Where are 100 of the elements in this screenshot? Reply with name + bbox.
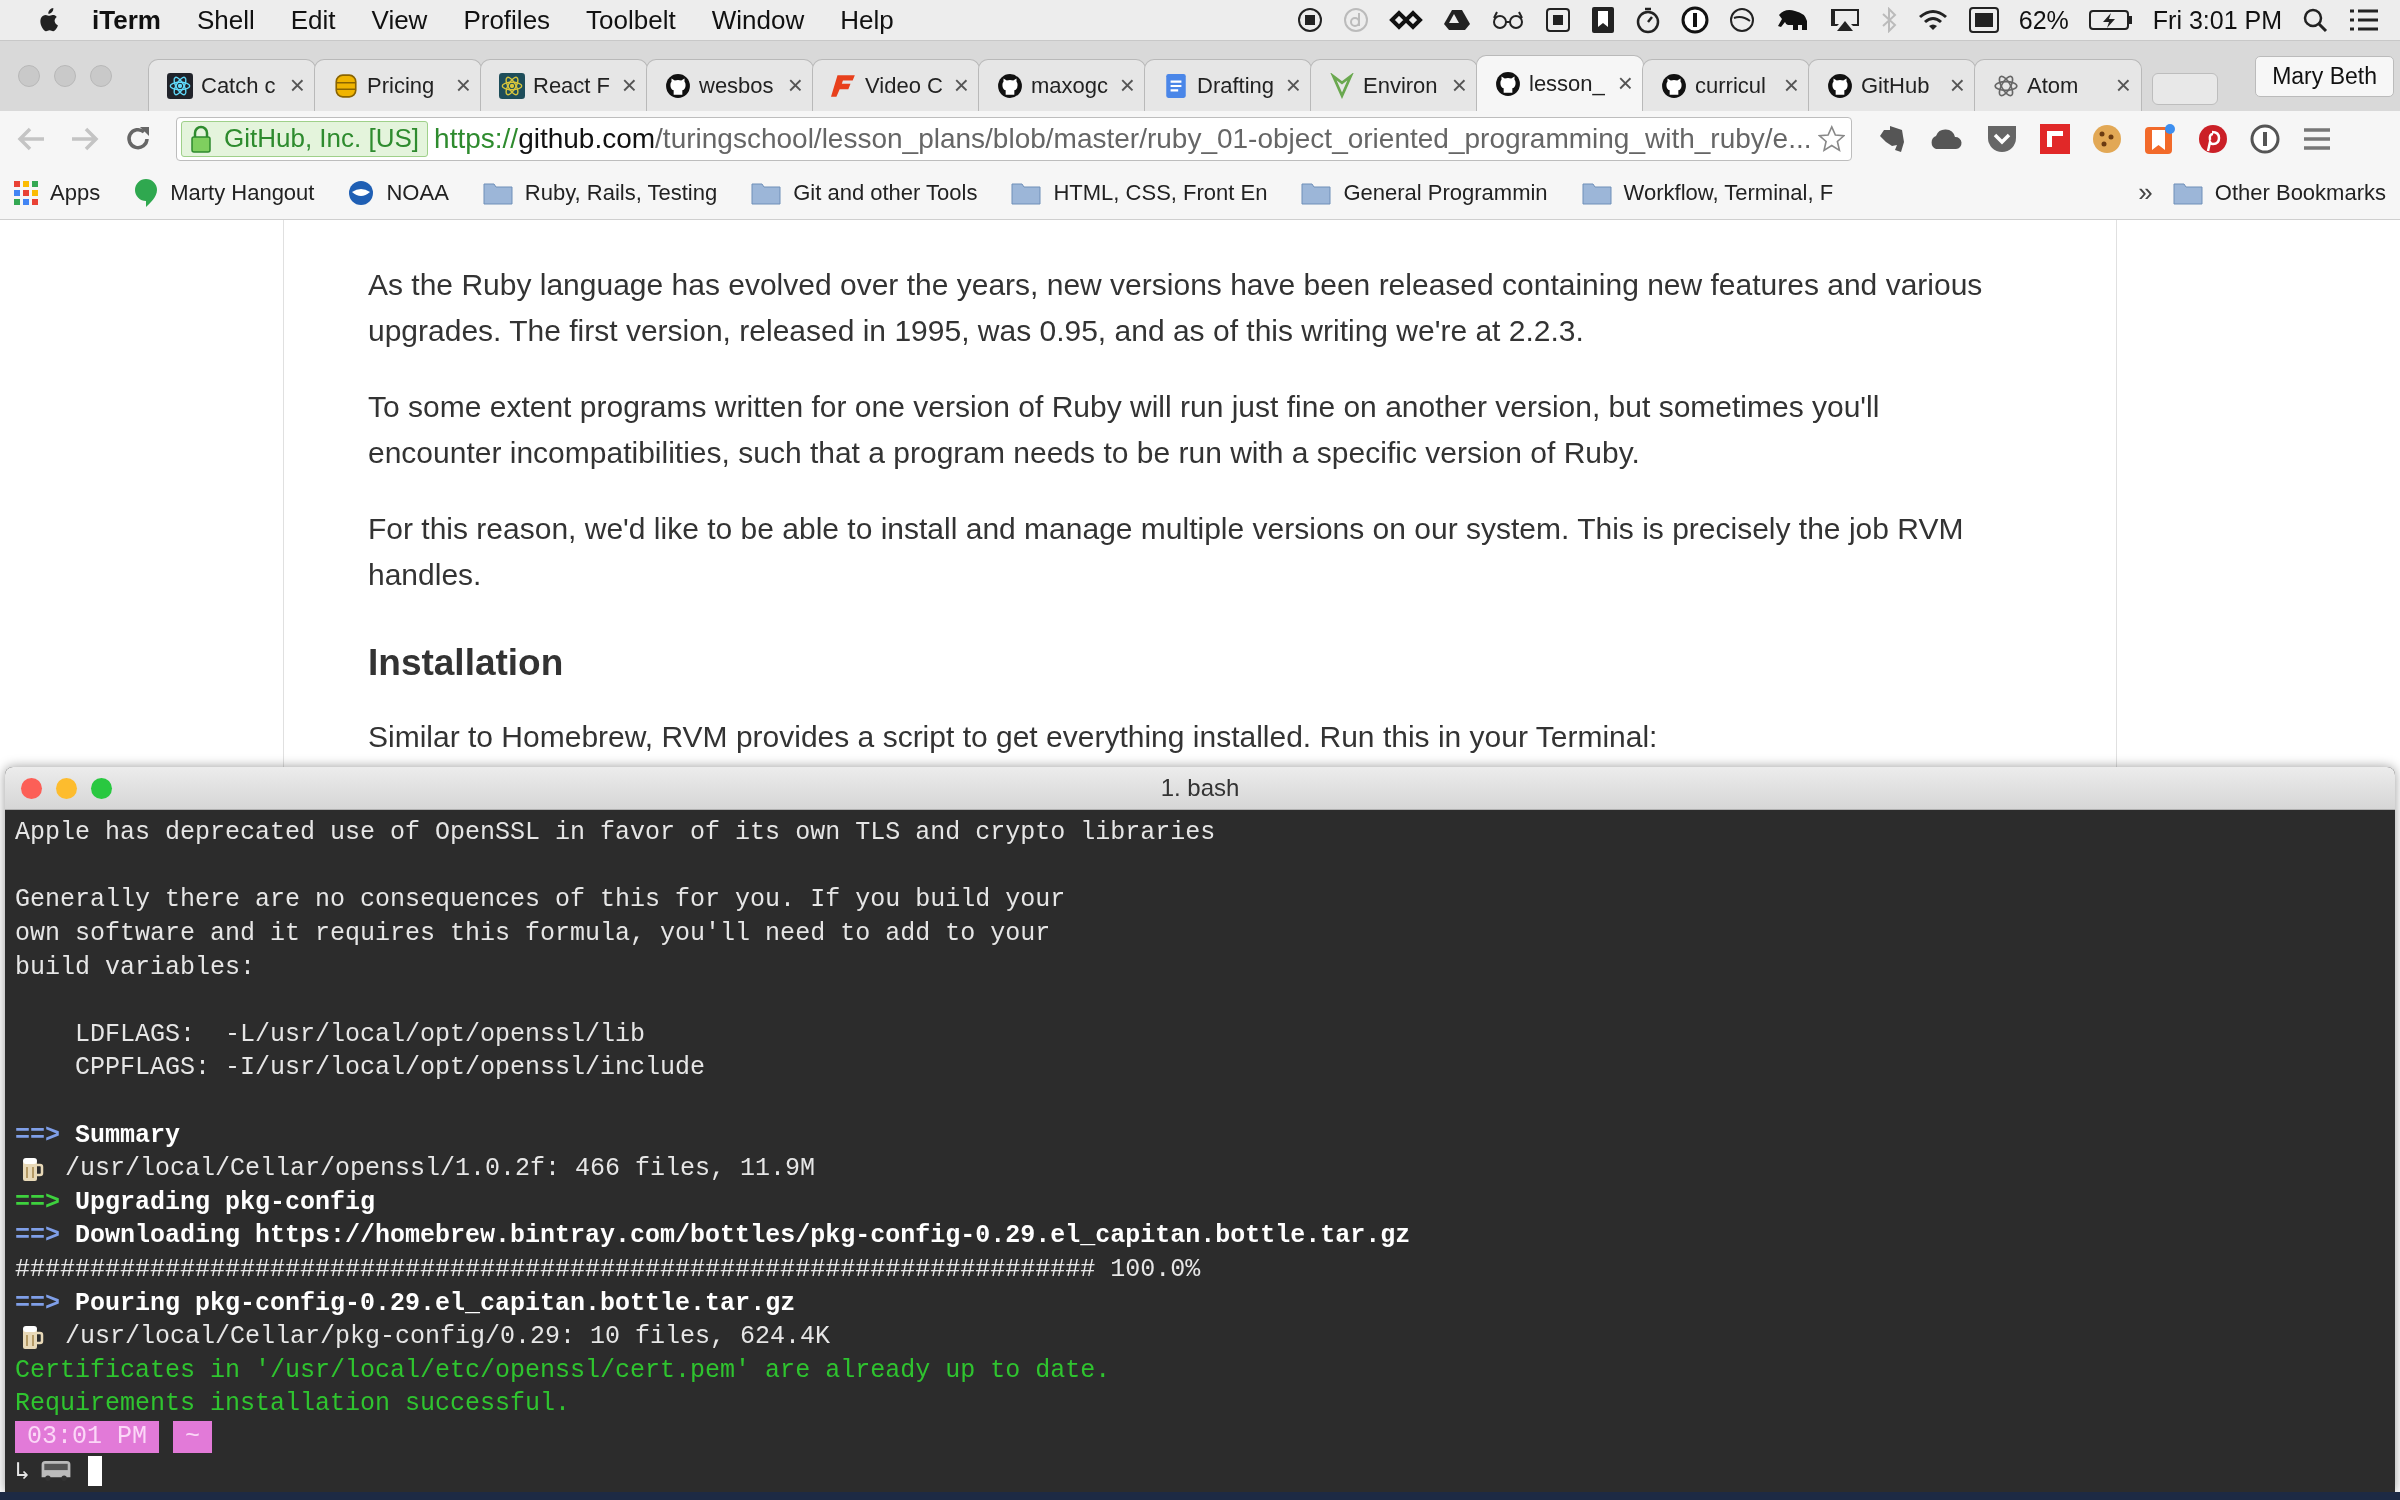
arrow-marker: ==> [15,1120,60,1150]
bookmark[interactable]: Marty Hangout [134,177,315,208]
browser-tab[interactable]: lesson_ × [1476,55,1644,111]
bookmark[interactable]: HTML, CSS, Front En [1011,179,1268,206]
browser-tab[interactable]: Catch c × [148,59,316,111]
stopwatch-icon[interactable] [1634,6,1661,34]
terminal-output: /usr/local/Cellar/pkg-config/0.29: 10 files, 624.4K [65,1322,831,1352]
terminal-output: Requirements installation successful. [15,1389,571,1419]
terminal-output: Upgrading pkg-config [75,1187,376,1217]
padlock-icon [190,124,212,153]
close-tab-button[interactable]: × [289,70,305,101]
coin-stack-icon [333,72,359,99]
leaf-icon [1329,72,1355,99]
section-heading: Installation [368,642,565,684]
paragraph: To some extent programs written for one version of Ruby will run just fine on another version, but sometimes you'll encounter incompatibilities, such that a program needs to be run with a specific version of Ruby. [368,389,1881,471]
close-tab-button[interactable]: × [1617,68,1633,99]
bookmark[interactable]: Workflow, Terminal, F [1581,179,1834,206]
terminal-output: Certificates in '/usr/local/etc/openssl/cert.pem' are already up to date. [15,1355,1111,1385]
pinterest-icon[interactable] [2198,123,2228,154]
bookmark[interactable]: Ruby, Rails, Testing [482,179,718,206]
browser-tab[interactable]: Drafting × [1144,59,1312,111]
bookmark[interactable]: Other Bookmarks [2172,179,2386,206]
bookmark-icon[interactable] [1590,6,1615,34]
atom-orbit-icon [167,72,193,99]
more-bookmarks-button[interactable]: » [2138,177,2153,208]
close-tab-button[interactable]: × [2115,70,2131,101]
browser-tab[interactable]: maxogc × [978,59,1146,111]
terminal-output: build variables: [15,952,256,982]
cookie-icon[interactable] [2092,123,2122,154]
close-tab-button[interactable]: × [1451,70,1467,101]
terminal-output: Apple has deprecated use of OpenSSL in favor of its own TLS and crypto libraries [15,818,1216,848]
close-tab-button[interactable]: × [1285,70,1301,101]
menu-item[interactable]: Window [711,4,805,36]
paragraph: As the Ruby language has evolved over the years, new versions have been released containing new features and various upgrades. The first version, released in 1995, was 0.95, and as of this writing we're at 2.2.3. [368,267,1984,349]
terminal-output: Pouring pkg-config-0.29.el_capitan.bottle.tar.gz [75,1288,796,1318]
terminal-output: own software and it requires this formula, you'll need to add to your [15,919,1051,949]
folder-icon [482,180,513,205]
close-tab-button[interactable]: × [787,70,803,101]
terminal-output: Downloading https://homebrew.bintray.com/bottles/pkg-config-0.29.el_capitan.bottle.tar.gz [75,1221,1411,1251]
record-icon[interactable] [1296,7,1323,33]
browser-tab[interactable]: curricul × [1642,59,1810,111]
close-tab-button[interactable]: × [1119,70,1135,101]
atom-orbit-icon [499,72,525,99]
menu-item[interactable]: Profiles [463,4,551,36]
close-tab-button[interactable]: × [455,70,471,101]
prompt-time: 03:01 PM [15,1421,160,1454]
browser-tab[interactable]: Atom × [1974,59,2142,111]
menu-item[interactable]: Shell [196,4,255,36]
security-badge[interactable]: GitHub, Inc. [US] [181,120,429,157]
browser-tab[interactable]: Environ × [1310,59,1478,111]
bookmark[interactable]: NOAA [348,179,449,206]
menu-item[interactable]: View [371,4,428,36]
airplay-icon[interactable] [1828,7,1861,33]
search-icon[interactable] [2302,7,2328,33]
close-tab-button[interactable]: × [1783,70,1799,101]
bookmark-star-icon[interactable] [2144,122,2176,155]
close-tab-button[interactable]: × [1949,70,1965,101]
letter-f-icon [831,72,857,99]
profile-button[interactable]: Mary Beth [2255,55,2394,97]
apple-icon[interactable] [38,8,58,32]
window-title: 1. bash [1160,774,1240,802]
terminal-output: ######################################################################## 100.0% [15,1255,1201,1284]
flipboard-icon[interactable] [2040,123,2070,154]
arrow-marker: ==> [15,1288,60,1318]
square-icon[interactable] [1544,7,1571,33]
address-bar[interactable]: GitHub, Inc. [US] https://github.com/turingschool/lesson_plans/blob/master/ruby_01-object_oriented_programming_with_ruby/e... [176,116,1852,161]
terminal-output: Summary [75,1120,181,1150]
terminal-output: CPPFLAGS: -I/usr/local/opt/openssl/include [74,1053,706,1083]
browser-tab[interactable]: Video C × [812,59,980,111]
bookmark[interactable]: General Programmin [1301,179,1548,206]
menu-item[interactable]: Help [840,4,894,36]
list-icon[interactable] [2348,8,2380,32]
glasses-icon[interactable] [1490,10,1525,30]
close-tab-button[interactable]: × [953,70,969,101]
browser-tab[interactable]: wesbos × [646,59,814,111]
menu-icon[interactable] [2302,125,2332,152]
app-menu[interactable]: iTerm [92,4,161,36]
folder-icon [1581,180,1612,205]
menu-item[interactable]: Edit [290,4,336,36]
triangle-icon[interactable] [1442,8,1471,32]
browser-tab[interactable]: Pricing × [314,59,482,111]
terminal-output: Generally there are no consequences of this for you. If you build your [15,885,1066,915]
keyboard-icon[interactable] [1968,7,1999,33]
close-tab-button[interactable]: × [621,70,637,101]
menu-clock[interactable]: Fri 3:01 PM [2152,5,2282,35]
folder-icon [2172,180,2203,205]
battery-icon[interactable] [2088,9,2133,31]
prompt-directory: ~ [173,1421,213,1454]
browser-tab[interactable]: React F × [480,59,648,111]
pocket-icon[interactable] [1986,123,2018,154]
text-cursor [88,1456,103,1487]
paragraph: Similar to Homebrew, RVM provides a script to get everything installed. Run this in your Terminal: [368,719,1659,755]
folder-icon [751,180,782,205]
password-icon[interactable] [2250,123,2280,154]
bookmark[interactable]: Apps [14,179,101,206]
bookmark[interactable]: Git and other Tools [751,179,978,206]
chain-icon[interactable] [1388,9,1423,31]
github-icon [1827,72,1853,99]
menu-item[interactable]: Toolbelt [586,4,676,36]
browser-tab[interactable]: GitHub × [1808,59,1976,111]
